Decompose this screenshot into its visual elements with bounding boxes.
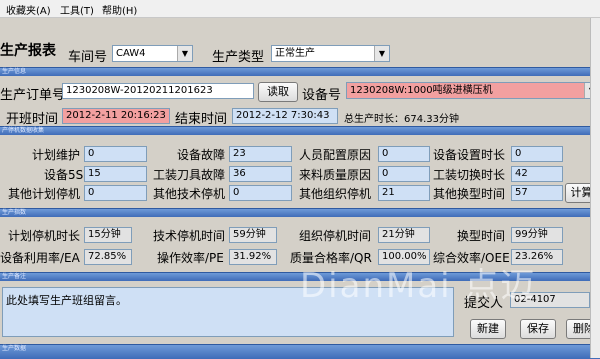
indicator-value: 31.92% xyxy=(229,249,277,265)
section-title: 生产信息 xyxy=(2,68,27,75)
total-duration-label: 总生产时长：674.33分钟 xyxy=(344,110,459,125)
indicator-value: 59分钟 xyxy=(229,227,277,243)
save-button[interactable]: 保存 xyxy=(520,319,556,339)
downtime-label: 设备5S xyxy=(44,168,84,182)
downtime-label: 其他换型时间 xyxy=(433,187,506,201)
downtime-input[interactable]: 21 xyxy=(378,185,430,201)
device-select-value: 1230208W:1000吨级进横压机 xyxy=(350,85,493,96)
downtime-input[interactable]: 0 xyxy=(84,146,147,162)
new-button[interactable]: 新建 xyxy=(470,319,506,339)
indicator-value: 23.26% xyxy=(511,249,563,265)
section-bar-remarks: 生产备注 xyxy=(0,272,600,281)
indicator-label: 操作效率/PE xyxy=(157,251,224,265)
section-title: 生产指数 xyxy=(2,209,27,216)
section-bar-downtime: 产停机数据收集 xyxy=(0,126,600,135)
section-title: 产停机数据收集 xyxy=(2,127,45,134)
downtime-input[interactable]: 0 xyxy=(378,146,430,162)
device-select[interactable]: 1230208W:1000吨级进横压机 ▼ xyxy=(346,82,600,99)
production-type-select[interactable]: 正常生产 ▼ xyxy=(271,45,390,62)
order-label: 生产订单号 xyxy=(0,88,66,103)
downtime-label: 设备设置时长 xyxy=(433,148,506,162)
remarks-textarea[interactable]: 此处填写生产班组留言。 xyxy=(2,287,454,337)
read-button[interactable]: 读取 xyxy=(258,82,298,102)
downtime-label: 其他计划停机 xyxy=(8,187,81,201)
total-duration-value: 674.33分钟 xyxy=(404,114,459,125)
indicator-label: 计划停机时长 xyxy=(8,229,81,243)
downtime-label: 其他组织停机 xyxy=(299,187,372,201)
downtime-input[interactable]: 0 xyxy=(84,185,147,201)
device-label: 设备号 xyxy=(302,88,342,103)
end-time-input[interactable]: 2012-2-12 7:30:43 xyxy=(232,108,338,124)
menu-tools[interactable]: 工具(T) xyxy=(60,2,94,17)
submitter-input[interactable]: 02-4107 xyxy=(510,292,590,308)
indicator-value: 21分钟 xyxy=(378,227,430,243)
section-title: 生产备注 xyxy=(2,273,27,280)
downtime-input[interactable]: 0 xyxy=(229,185,292,201)
vertical-scrollbar[interactable] xyxy=(590,18,600,358)
indicator-value: 15分钟 xyxy=(84,227,132,243)
downtime-input[interactable]: 57 xyxy=(511,185,563,201)
total-duration-caption: 总生产时长： xyxy=(344,114,404,125)
downtime-label: 设备故障 xyxy=(177,148,226,162)
downtime-input[interactable]: 0 xyxy=(378,166,430,182)
downtime-label: 工装切换时长 xyxy=(433,168,506,182)
end-time-label: 结束时间 xyxy=(175,112,228,127)
chevron-down-icon[interactable]: ▼ xyxy=(374,46,389,61)
submitter-label: 提交人 xyxy=(464,296,504,311)
indicator-label: 设备利用率/EA xyxy=(0,251,80,265)
downtime-label: 人员配置原因 xyxy=(299,148,372,162)
downtime-label: 来料质量原因 xyxy=(299,168,372,182)
section-bar-order: 生产信息 xyxy=(0,67,600,76)
downtime-label: 工装刀具故障 xyxy=(153,168,226,182)
indicator-value: 100.00% xyxy=(378,249,430,265)
workshop-select-value: CAW4 xyxy=(116,48,146,59)
downtime-input[interactable]: 36 xyxy=(229,166,292,182)
downtime-input[interactable]: 23 xyxy=(229,146,292,162)
downtime-input[interactable]: 15 xyxy=(84,166,147,182)
indicator-label: 质量合格率/QR xyxy=(290,251,372,265)
menu-help[interactable]: 帮助(H) xyxy=(102,2,137,17)
start-time-input[interactable]: 2012-2-11 20:16:23 xyxy=(62,108,170,124)
indicator-value: 72.85% xyxy=(84,249,132,265)
chevron-down-icon[interactable]: ▼ xyxy=(177,46,192,61)
order-input[interactable]: 1230208W-20120211201623 xyxy=(62,83,254,99)
downtime-label: 计划维护 xyxy=(32,148,81,162)
indicator-label: 组织停机时间 xyxy=(299,229,372,243)
section-bar-indicators: 生产指数 xyxy=(0,208,600,217)
indicator-value: 99分钟 xyxy=(511,227,563,243)
indicator-label: 换型时间 xyxy=(457,229,506,243)
production-type-label: 生产类型 xyxy=(212,50,265,65)
workshop-label: 车间号 xyxy=(68,50,108,65)
menu-bar: 收藏夹(A) 工具(T) 帮助(H) xyxy=(0,0,600,18)
indicator-label: 技术停机时间 xyxy=(153,229,226,243)
downtime-input[interactable]: 0 xyxy=(511,146,563,162)
downtime-input[interactable]: 42 xyxy=(511,166,563,182)
section-title: 生产数据 xyxy=(2,345,27,352)
menu-favorites[interactable]: 收藏夹(A) xyxy=(6,2,51,17)
indicator-label: 综合效率/OEE xyxy=(433,251,510,265)
downtime-label: 其他技术停机 xyxy=(153,187,226,201)
page-title: 生产报表 xyxy=(0,43,56,59)
production-type-value: 正常生产 xyxy=(275,48,315,59)
workshop-select[interactable]: CAW4 ▼ xyxy=(112,45,193,62)
section-bar-bottom: 生产数据 xyxy=(0,344,600,359)
